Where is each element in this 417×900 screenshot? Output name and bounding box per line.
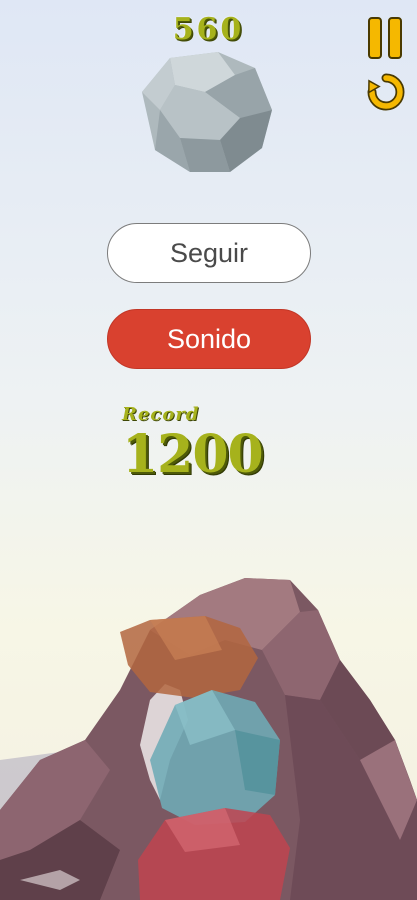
record-value: 1200 (122, 424, 264, 485)
restart-button[interactable] (364, 70, 408, 114)
score-counter: 560 (172, 12, 245, 47)
restart-icon (367, 73, 405, 111)
pause-icon (368, 17, 402, 59)
pause-button[interactable] (366, 16, 406, 60)
sound-button[interactable]: Sonido (107, 309, 311, 369)
continue-button[interactable]: Seguir (107, 223, 311, 283)
record-label: Record (122, 404, 200, 425)
falling-stone (142, 52, 272, 172)
